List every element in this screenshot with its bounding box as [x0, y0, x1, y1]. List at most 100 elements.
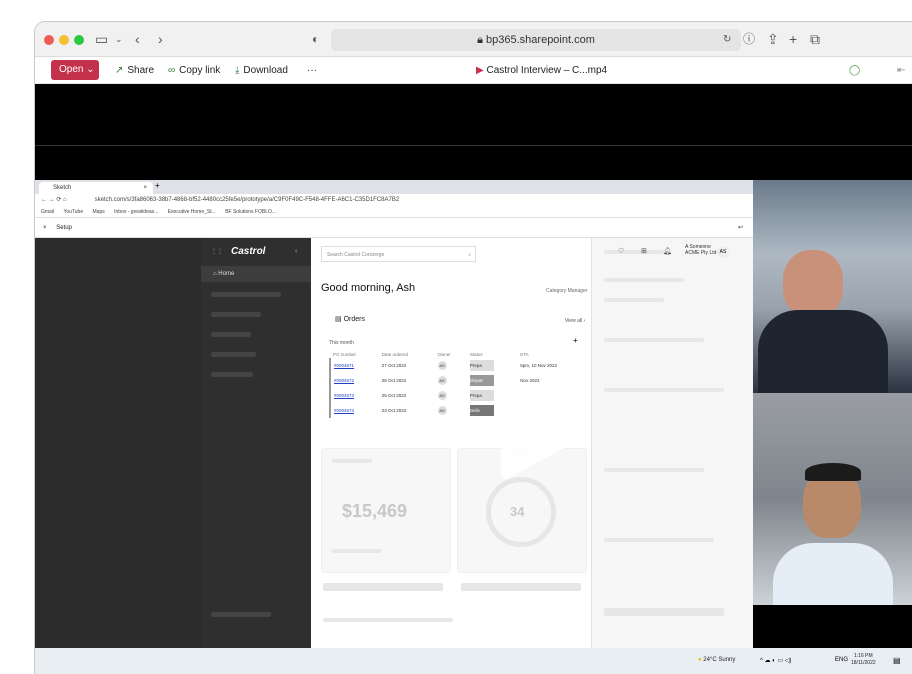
share-button[interactable]: ↗ Share [115, 64, 154, 78]
owner-chip: AS [437, 376, 447, 385]
blurred-text [604, 250, 664, 254]
tray-icons: ^ ☁ ◐ ▭ ◁) [760, 658, 792, 664]
bookmark-item: Maps [92, 209, 105, 215]
grid-icon: ⋮⋮ [211, 249, 223, 255]
new-tab-icon[interactable]: + [789, 31, 797, 47]
video-player[interactable]: Sketch × + ← → ⟳ ⌂ sketch.com/s/3fa86063-3… [35, 84, 912, 674]
orders-icon: ▤ [335, 316, 344, 323]
browser-window: ▭ ⌄ ‹ › ◐ 🔒︎ bp365.sharepoint.com ↻ ⓘ ⇪ … [35, 22, 912, 674]
blurred-text [604, 468, 704, 472]
po-number: #0004574 [334, 408, 355, 413]
blurred-text [604, 338, 704, 342]
close-icon: × [143, 185, 147, 191]
play-icon[interactable] [498, 380, 593, 480]
participant-face [783, 250, 843, 316]
close-window-button[interactable] [44, 35, 54, 45]
order-date: 23 Oct 2022 [381, 408, 407, 413]
reload-icon[interactable]: ↻ [723, 32, 731, 48]
clock-date: 18/11/2022 [851, 660, 876, 666]
bookmark-item: BF Solutions FOBLO... [225, 209, 277, 215]
webcam-participant-2 [753, 393, 912, 605]
nav-item-blurred [211, 312, 261, 317]
dashboard-right-panel [591, 238, 753, 648]
heart-icon: ♡ [618, 248, 625, 255]
open-button[interactable]: Open ⌄ [51, 60, 99, 80]
order-date: 25 Oct 2022 [381, 378, 407, 383]
orders-title: ▤ Orders [335, 315, 365, 323]
orders-title-label: Orders [343, 316, 365, 323]
weather-text: 24°C Sunny [703, 657, 736, 663]
info-icon[interactable]: ⓘ [743, 31, 755, 47]
tabs-overview-icon[interactable]: ⧉ [810, 31, 820, 47]
owner-chip: AS [437, 406, 447, 415]
order-date: 25 Oct 2022 [381, 393, 407, 398]
owner-cell: AS [435, 388, 467, 403]
file-name: Castrol Interview – C...mp4 [486, 65, 608, 76]
close-icon: × [43, 225, 47, 231]
nav-home: ⌂ Home [201, 266, 311, 282]
status-badge: Deliv [469, 405, 494, 416]
title-bar: ▭ ⌄ ‹ › ◐ 🔒︎ bp365.sharepoint.com ↻ ⓘ ⇪ … [35, 22, 912, 57]
owner-cell: AS [435, 358, 467, 373]
share-icon[interactable]: ⇪ [767, 31, 779, 47]
video-letterbox [35, 84, 912, 146]
webcam-participant-1 [753, 180, 912, 393]
file-toolbar: Open ⌄ ↗ Share ∞ Copy link ⤓ Download ··· ▶… [35, 57, 912, 84]
bookmark-item: Inbox - greatideas... [114, 209, 159, 215]
download-button[interactable]: ⤓ Download [235, 64, 288, 78]
nav-item-blurred [211, 372, 253, 377]
owner-cell: AS [435, 373, 467, 388]
eta-cell: 5pm, 10 Nov 2022 [520, 363, 557, 368]
blurred-text [332, 549, 382, 553]
participant-shirt [773, 543, 893, 605]
lock-icon: 🔒︎ [477, 34, 487, 46]
bookmark-item: Executive Home_St... [167, 209, 216, 215]
sidebar-collapse-icon[interactable]: ⇤ [897, 64, 905, 78]
status-circle-icon: ◯ [849, 65, 861, 76]
view-all-link: View all › [565, 318, 585, 324]
new-tab-icon: + [155, 181, 160, 190]
chevron-left-icon: ‹ [295, 248, 298, 255]
role-label: Category Manager [546, 288, 588, 294]
bell-icon: 🔔︎ [663, 248, 672, 255]
add-icon: + [573, 336, 578, 345]
setup-label: Setup [56, 225, 72, 231]
nav-home-label: Home [218, 271, 235, 277]
user-menu: A Someone ACME Pty Ltd [685, 244, 716, 256]
chrome-tab: Sketch × [39, 182, 153, 194]
address-text: sketch.com/s/3fa86063-38b7-4868-bf52-448… [94, 197, 400, 203]
nav-item-blurred [211, 612, 271, 617]
shared-screen: Sketch × + ← → ⟳ ⌂ sketch.com/s/3fa86063-3… [35, 180, 753, 674]
owner-chip: AS [437, 391, 447, 400]
minimize-window-button[interactable] [59, 35, 69, 45]
column-header: ETA [520, 351, 529, 357]
nav-item-blurred [211, 332, 251, 337]
column-header: Status [469, 351, 483, 357]
user-company: ACME Pty Ltd [685, 250, 717, 256]
sidebar-icon[interactable]: ▭ [95, 31, 108, 47]
user-avatar: AS [717, 246, 729, 258]
shield-icon[interactable]: ◐ [312, 31, 319, 47]
blurred-text [604, 278, 684, 282]
status-badge: Prepa [469, 390, 494, 401]
forward-icon[interactable]: › [158, 31, 163, 47]
chevron-down-icon[interactable]: ⌄ [115, 31, 123, 47]
url-text: bp365.sharepoint.com [486, 34, 595, 46]
spend-card: $15,469 [321, 448, 451, 573]
copy-link-button[interactable]: ∞ Copy link [168, 64, 220, 78]
owner-cell: AS [435, 403, 467, 418]
more-button[interactable]: ··· [307, 64, 317, 78]
video-file-icon: ▶ [476, 65, 487, 76]
taskbar-clock: 1:16 PM 18/11/2022 [851, 653, 876, 667]
blurred-text [604, 388, 724, 392]
zoom-window-button[interactable] [74, 35, 84, 45]
nav-item-blurred [211, 352, 256, 357]
search-icon: ⌕ [468, 252, 471, 258]
back-icon[interactable]: ‹ [135, 31, 140, 47]
gauge-value: 34 [510, 504, 525, 519]
participant-shirt [758, 310, 888, 393]
chrome-tab-strip: Sketch × + [35, 180, 753, 194]
url-bar[interactable]: 🔒︎ bp365.sharepoint.com [331, 29, 741, 51]
chevron-right-icon: › [583, 318, 586, 324]
blurred-button [461, 583, 581, 591]
